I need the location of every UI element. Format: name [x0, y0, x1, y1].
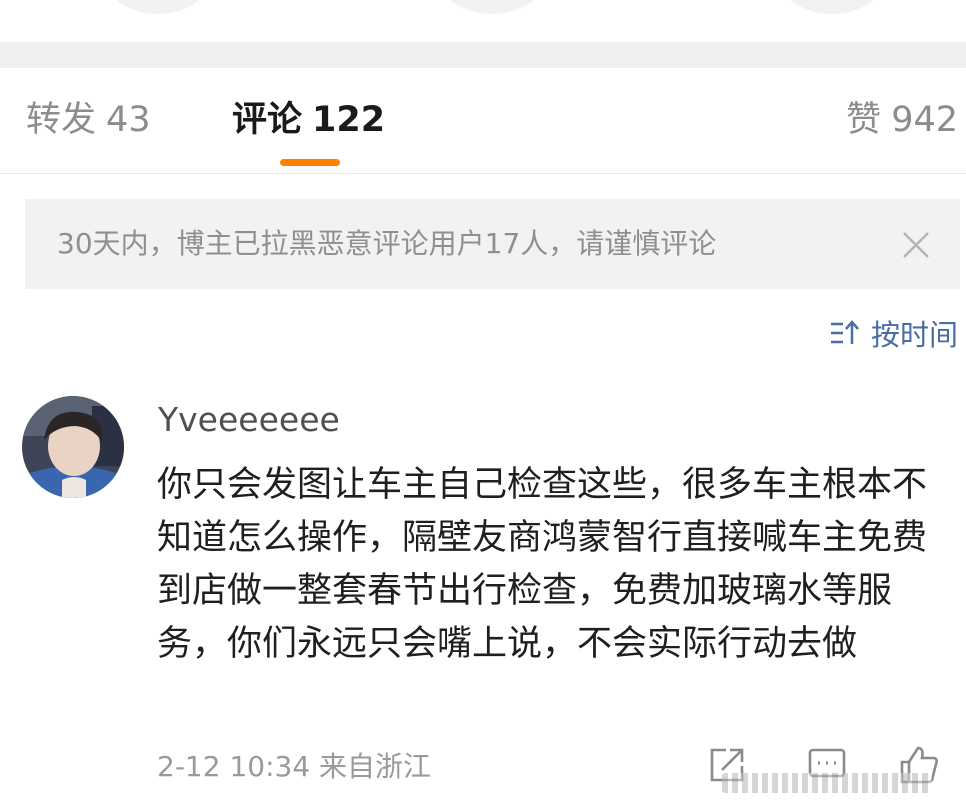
comment-text: 你只会发图让车主自己检查这些，很多车主根本不知道怎么操作，隔壁友商鸿蒙智行直接喊… [157, 465, 928, 664]
active-tab-indicator [280, 159, 340, 166]
comment-meta: 2-12 10:34 来自浙江 [157, 748, 431, 786]
comment-username[interactable]: Yveeeeeee [158, 398, 340, 442]
tab-reposts[interactable]: 转发 43 [26, 98, 151, 142]
watermark [722, 770, 958, 796]
notice-text: 30天内，博主已拉黑恶意评论用户17人，请谨慎评论 [57, 227, 717, 260]
tab-reposts-count: 43 [106, 100, 151, 140]
comment-location: 来自浙江 [319, 750, 432, 783]
sort-toggle[interactable]: 按时间 [829, 313, 958, 353]
comment-time: 2-12 10:34 [157, 750, 311, 783]
tab-comments-count: 122 [312, 100, 386, 140]
close-icon[interactable] [898, 227, 934, 263]
tab-reposts-label: 转发 [26, 100, 97, 140]
sort-label: 按时间 [870, 318, 958, 352]
top-action-button-3[interactable] [780, 0, 884, 14]
notice-banner: 30天内，博主已拉黑恶意评论用户17人，请谨慎评论 [25, 199, 960, 289]
tab-comments-label: 评论 [232, 100, 303, 140]
watermark-bar [722, 773, 932, 793]
weibo-comments-page: 转发 43 评论 122 赞 942 30天内，博主已拉黑恶意评论用户17人，请谨慎评… [0, 0, 966, 808]
tab-likes[interactable]: 赞 942 [846, 98, 958, 142]
top-action-button-1[interactable] [106, 0, 210, 14]
tab-bar: 转发 43 评论 122 赞 942 [0, 68, 966, 174]
top-action-button-2[interactable] [440, 0, 544, 14]
avatar[interactable] [22, 396, 124, 498]
top-action-strip [0, 0, 966, 42]
sort-icon [830, 320, 859, 344]
tab-likes-label: 赞 [846, 100, 882, 140]
section-divider [0, 42, 966, 68]
tab-comments[interactable]: 评论 122 [232, 98, 385, 142]
tab-likes-count: 942 [891, 100, 958, 140]
